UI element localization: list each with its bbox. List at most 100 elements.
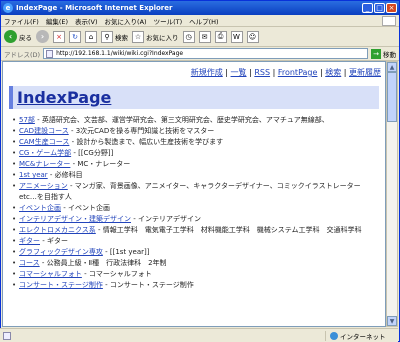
list-item: グラフィックデザイン専攻 - [[1st year]] xyxy=(12,247,379,258)
refresh-icon[interactable]: ↻ xyxy=(69,30,81,43)
item-link[interactable]: エレクトロメカニクス系 xyxy=(19,226,96,234)
item-link[interactable]: アニメーション xyxy=(19,182,68,190)
menu-tools[interactable]: ツール(T) xyxy=(154,16,183,26)
status-bar: インターネット xyxy=(0,328,398,342)
list-item: イベント企画 - イベント企画 xyxy=(12,203,379,214)
star-icon: ☆ xyxy=(132,30,144,43)
favorites-label: お気に入り xyxy=(146,33,179,42)
list-item: MC&ナレーター - MC・ナレーター xyxy=(12,159,379,170)
nav-list[interactable]: 一覧 xyxy=(231,68,247,77)
mail-icon[interactable]: ✉ xyxy=(198,30,211,43)
item-text: - [[1st year]] xyxy=(102,247,150,256)
history-icon[interactable]: ◷ xyxy=(182,30,195,43)
menu-view[interactable]: 表示(V) xyxy=(75,16,98,26)
page-heading: IndexPage xyxy=(9,86,379,109)
forward-button[interactable]: › xyxy=(36,30,49,43)
item-text: - 英語研究会、文芸部、運営学研究会、第三文明研究会、歴史学研究会、アマチュア無… xyxy=(34,116,329,124)
search-icon: ⚲ xyxy=(101,30,113,43)
page-content: 新規作成 | 一覧 | RSS | FrontPage | 検索 | 更新履歴 … xyxy=(2,61,386,327)
item-link[interactable]: インテリアデザイン・建築デザイン xyxy=(19,215,131,223)
list-item: エレクトロメカニクス系 - 情報工学科 電気電子工学科 材料機能工学科 機械シス… xyxy=(12,225,379,236)
search-button[interactable]: ⚲ 検索 xyxy=(101,30,128,43)
item-link[interactable]: CAM生産コース xyxy=(19,138,69,146)
favorites-button[interactable]: ☆ お気に入り xyxy=(132,30,179,43)
window-title: IndexPage - Microsoft Internet Explorer xyxy=(16,4,173,12)
menu-help[interactable]: ヘルプ(H) xyxy=(189,16,218,26)
item-link[interactable]: 1st year xyxy=(19,171,48,179)
item-link[interactable]: コンサート・ステージ制作 xyxy=(19,281,103,289)
forward-arrow-icon: › xyxy=(36,30,49,43)
menu-favorites[interactable]: お気に入り(A) xyxy=(105,16,147,26)
item-link[interactable]: CG・ゲーム学部 xyxy=(19,149,71,157)
item-text: - コンサート・ステージ制作 xyxy=(102,280,194,289)
page-title[interactable]: IndexPage xyxy=(17,88,111,107)
item-text: - 公務員上級・Ⅱ種 行政法律科 2年制 xyxy=(39,258,167,267)
item-text: - [[CG分野]] xyxy=(71,149,114,157)
item-text: - インテリアデザイン xyxy=(131,214,201,223)
menu-file[interactable]: ファイル(F) xyxy=(4,16,39,26)
scroll-up-icon[interactable]: ▲ xyxy=(387,62,397,72)
nav-frontpage[interactable]: FrontPage xyxy=(278,68,318,77)
item-text: - イベント企画 xyxy=(61,203,110,212)
item-link[interactable]: コマーシャルフォト xyxy=(19,270,82,278)
search-label: 検索 xyxy=(115,33,128,42)
list-item: 57部 - 英語研究会、文芸部、運営学研究会、第三文明研究会、歴史学研究会、アマ… xyxy=(12,115,379,126)
list-item: コマーシャルフォト - コマーシャルフォト xyxy=(12,269,379,280)
item-text: - 情報工学科 電気電子工学科 材料機能工学科 機械システム工学科 交通科学科 xyxy=(95,225,362,234)
nav-history[interactable]: 更新履歴 xyxy=(349,68,381,77)
address-label: アドレス(D) xyxy=(4,50,41,59)
menu-edit[interactable]: 編集(E) xyxy=(46,16,68,26)
nav-rss[interactable]: RSS xyxy=(254,68,270,77)
item-text: - ギター xyxy=(40,236,68,245)
page-status-icon xyxy=(3,331,11,340)
item-link[interactable]: イベント企画 xyxy=(19,204,61,212)
go-arrow-icon: → xyxy=(371,48,381,59)
item-text: - MC・ナレーター xyxy=(70,160,131,168)
nav-new[interactable]: 新規作成 xyxy=(191,68,223,77)
window-controls: _ □ × xyxy=(362,3,397,13)
nav-search[interactable]: 検索 xyxy=(325,68,341,77)
item-text: - マンガ家、背景画像、アニメイター、キャラクターデザイナー、コミックイラストレ… xyxy=(19,182,361,201)
list-item: コンサート・ステージ制作 - コンサート・ステージ制作 xyxy=(12,280,379,291)
item-link[interactable]: 57部 xyxy=(19,116,35,124)
item-link[interactable]: コース xyxy=(19,259,40,267)
menu-bar: ファイル(F) 編集(E) 表示(V) お気に入り(A) ツール(T) ヘルプ(… xyxy=(1,15,399,27)
item-text: - 3次元CADを操る専門知識と技術をマスター xyxy=(68,127,215,135)
go-label: 移動 xyxy=(383,50,396,59)
scroll-down-icon[interactable]: ▼ xyxy=(387,316,397,326)
item-link[interactable]: CAD建設コース xyxy=(19,127,69,135)
print-icon[interactable]: ⎙ xyxy=(214,30,227,43)
address-bar: アドレス(D) http://192.168.1.1/wiki/wiki.cgi… xyxy=(1,47,399,61)
wiki-nav: 新規作成 | 一覧 | RSS | FrontPage | 検索 | 更新履歴 xyxy=(190,68,381,77)
edit-icon[interactable]: W xyxy=(230,30,243,43)
list-item: インテリアデザイン・建築デザイン - インテリアデザイン xyxy=(12,214,379,225)
list-item: CAD建設コース - 3次元CADを操る専門知識と技術をマスター xyxy=(12,126,379,137)
item-link[interactable]: グラフィックデザイン専攻 xyxy=(19,248,103,256)
zone-label: インターネット xyxy=(340,332,386,341)
item-link[interactable]: MC&ナレーター xyxy=(19,160,70,168)
list-item: アニメーション - マンガ家、背景画像、アニメイター、キャラクターデザイナー、コ… xyxy=(12,181,379,202)
item-link[interactable]: ギター xyxy=(19,237,40,245)
toolbar: ‹ 戻る › × ↻ ⌂ ⚲ 検索 ☆ お気に入り ◷ ✉ ⎙ W ☺ xyxy=(1,27,399,47)
page-list: 57部 - 英語研究会、文芸部、運営学研究会、第三文明研究会、歴史学研究会、アマ… xyxy=(3,115,385,290)
security-zone: インターネット xyxy=(325,330,395,341)
list-item: CAM生産コース - 設計から製造まで、幅広い生産技術を学びます xyxy=(12,137,379,148)
ie-logo-icon: e xyxy=(3,3,13,13)
messenger-icon[interactable]: ☺ xyxy=(246,30,259,43)
item-text: - 必修科目 xyxy=(47,171,83,179)
back-button[interactable]: ‹ 戻る xyxy=(4,30,32,43)
stop-icon[interactable]: × xyxy=(53,30,65,43)
list-item: 1st year - 必修科目 xyxy=(12,170,379,181)
maximize-button[interactable]: □ xyxy=(374,3,385,13)
minimize-button[interactable]: _ xyxy=(362,3,373,13)
home-icon[interactable]: ⌂ xyxy=(85,30,97,43)
item-text: - コマーシャルフォト xyxy=(81,269,152,278)
windows-logo-icon xyxy=(382,15,396,26)
close-button[interactable]: × xyxy=(386,3,397,13)
vertical-scrollbar[interactable]: ▲ ▼ xyxy=(386,61,398,327)
address-input[interactable]: http://192.168.1.1/wiki/wiki.cgi?IndexPa… xyxy=(43,48,368,59)
title-bar: e IndexPage - Microsoft Internet Explore… xyxy=(1,1,399,15)
go-button[interactable]: → 移動 xyxy=(371,48,396,59)
scroll-thumb[interactable] xyxy=(387,72,397,122)
list-item: CG・ゲーム学部 - [[CG分野]] xyxy=(12,148,379,159)
